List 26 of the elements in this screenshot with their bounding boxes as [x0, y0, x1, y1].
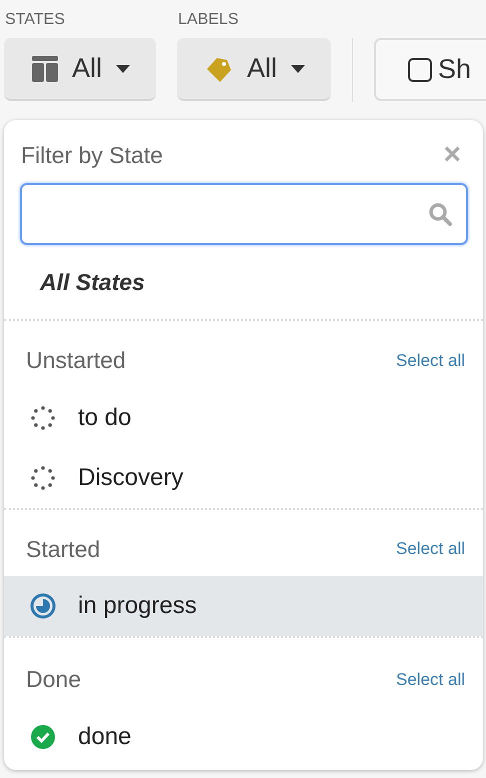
- dotted-circle-icon: [30, 464, 56, 490]
- caret-icon: [116, 64, 130, 72]
- state-option[interactable]: to do: [4, 388, 483, 448]
- board-icon: [32, 56, 58, 82]
- select-all-link[interactable]: Select all: [396, 348, 465, 373]
- state-option[interactable]: in progress: [4, 576, 483, 636]
- section-heading: Started: [26, 534, 100, 564]
- select-all-link[interactable]: Select all: [396, 666, 465, 692]
- check-circle-icon: [30, 724, 56, 750]
- states-filter-button[interactable]: All: [4, 38, 156, 101]
- show-toggle-button[interactable]: Sh: [374, 38, 486, 101]
- all-states-option[interactable]: All States: [4, 244, 483, 319]
- filter-heading: LABELS: [178, 10, 240, 30]
- dotted-circle-icon: [30, 404, 56, 430]
- popover-title: Filter by State: [21, 141, 163, 170]
- section-heading: Unstarted: [26, 346, 126, 375]
- state-option[interactable]: done: [4, 706, 483, 766]
- labels-filter-button[interactable]: All: [177, 38, 332, 101]
- progress-circle-icon: [30, 593, 56, 619]
- search-field[interactable]: [20, 182, 468, 244]
- filter-heading: STATES: [5, 10, 66, 30]
- state-option[interactable]: Discovery: [4, 448, 483, 508]
- select-all-link[interactable]: Select all: [396, 536, 465, 562]
- caret-icon: [291, 64, 306, 72]
- search-icon: [428, 202, 452, 226]
- section-heading: Done: [26, 665, 81, 694]
